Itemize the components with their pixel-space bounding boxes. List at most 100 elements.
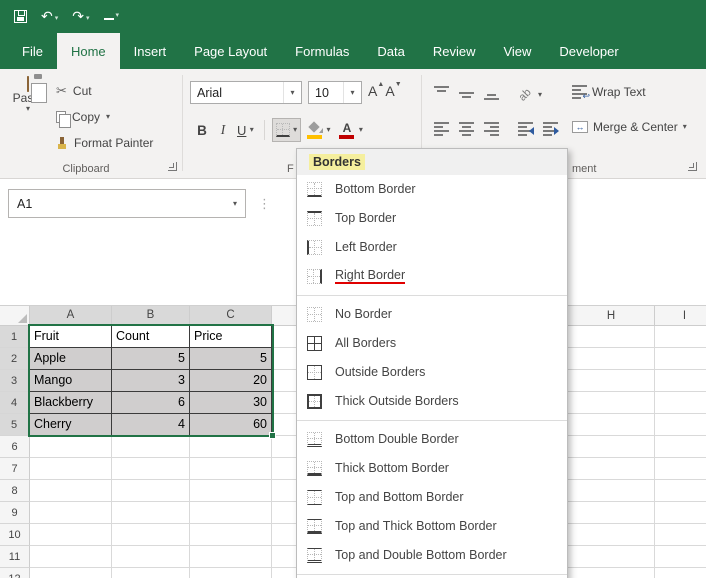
- font-color-dropdown-icon[interactable]: ▾: [359, 126, 363, 134]
- column-header-h[interactable]: H: [568, 306, 655, 326]
- menu-item-top-border[interactable]: Top Border: [297, 204, 567, 233]
- menu-item-left-border[interactable]: Left Border: [297, 233, 567, 262]
- cell-a2[interactable]: Apple: [30, 348, 112, 370]
- undo-button[interactable]: ↶▾: [41, 8, 58, 25]
- row-header-2[interactable]: 2: [0, 348, 30, 370]
- menu-item-top-and-bottom-border[interactable]: Top and Bottom Border: [297, 483, 567, 512]
- cell-a4[interactable]: Blackberry: [30, 392, 112, 414]
- alignment-dialog-launcher-icon[interactable]: [688, 162, 697, 171]
- orientation-dropdown-icon[interactable]: ▾: [538, 91, 542, 107]
- align-center-button[interactable]: [455, 117, 477, 141]
- cell-c4[interactable]: 30: [190, 392, 272, 414]
- paste-dropdown-icon[interactable]: ▾: [4, 105, 52, 113]
- menu-item-top-and-thick-bottom-border[interactable]: Top and Thick Bottom Border: [297, 512, 567, 541]
- menu-item-outside-borders[interactable]: Outside Borders: [297, 358, 567, 387]
- fill-color-button[interactable]: ▾: [303, 118, 333, 142]
- row-header-10[interactable]: 10: [0, 524, 30, 546]
- menu-item-top-and-double-bottom-border[interactable]: Top and Double Bottom Border: [297, 541, 567, 570]
- row-header-11[interactable]: 11: [0, 546, 30, 568]
- copy-dropdown-icon[interactable]: ▾: [106, 113, 110, 121]
- copy-button[interactable]: Copy ▾: [56, 107, 110, 127]
- cell-b1[interactable]: Count: [112, 326, 190, 348]
- fill-handle[interactable]: [269, 432, 276, 439]
- font-size-dropdown-icon[interactable]: ▾: [343, 82, 361, 103]
- orientation-button[interactable]: ab: [514, 83, 536, 107]
- bottom-align-button[interactable]: [480, 81, 502, 105]
- format-painter-button[interactable]: Format Painter: [56, 133, 153, 153]
- wrap-text-button[interactable]: Wrap Text: [572, 85, 646, 99]
- menu-item-thick-bottom-border[interactable]: Thick Bottom Border: [297, 454, 567, 483]
- select-all-corner[interactable]: [0, 306, 30, 326]
- tab-formulas[interactable]: Formulas: [281, 33, 363, 69]
- menu-item-thick-outside-borders[interactable]: Thick Outside Borders: [297, 387, 567, 416]
- font-name-combo[interactable]: Arial ▾: [190, 81, 302, 104]
- redo-dropdown-icon[interactable]: ▾: [86, 14, 90, 25]
- column-header-b[interactable]: B: [112, 306, 190, 326]
- top-align-button[interactable]: [430, 81, 452, 105]
- cell-a5[interactable]: Cherry: [30, 414, 112, 436]
- underline-button[interactable]: U ▾: [234, 118, 257, 142]
- cell-b4[interactable]: 6: [112, 392, 190, 414]
- underline-dropdown-icon[interactable]: ▾: [250, 126, 254, 134]
- save-button[interactable]: [14, 10, 27, 23]
- italic-button[interactable]: I: [214, 118, 232, 142]
- decrease-indent-button[interactable]: [514, 117, 536, 141]
- increase-font-size-button[interactable]: A▲: [368, 83, 377, 99]
- name-box-dropdown-icon[interactable]: ▾: [225, 190, 245, 217]
- font-name-dropdown-icon[interactable]: ▾: [283, 82, 301, 103]
- menu-item-bottom-double-border[interactable]: Bottom Double Border: [297, 425, 567, 454]
- middle-align-button[interactable]: [455, 81, 477, 105]
- increase-indent-button[interactable]: [539, 117, 561, 141]
- tab-page-layout[interactable]: Page Layout: [180, 33, 281, 69]
- column-header-c[interactable]: C: [190, 306, 272, 326]
- cell-b2[interactable]: 5: [112, 348, 190, 370]
- row-header-7[interactable]: 7: [0, 458, 30, 480]
- row-header-6[interactable]: 6: [0, 436, 30, 458]
- menu-item-bottom-border[interactable]: Bottom Border: [297, 175, 567, 204]
- row-header-9[interactable]: 9: [0, 502, 30, 524]
- cut-button[interactable]: ✂ Cut: [56, 81, 92, 101]
- tab-view[interactable]: View: [489, 33, 545, 69]
- cell-c5[interactable]: 60: [190, 414, 272, 436]
- cell-c3[interactable]: 20: [190, 370, 272, 392]
- name-box[interactable]: A1 ▾: [8, 189, 246, 218]
- row-header-4[interactable]: 4: [0, 392, 30, 414]
- paste-button[interactable]: Paste ▾: [4, 77, 52, 161]
- redo-button[interactable]: ↷▾: [72, 8, 89, 25]
- borders-button[interactable]: ▾: [272, 118, 301, 142]
- fill-color-dropdown-icon[interactable]: ▾: [326, 126, 330, 134]
- cell-a3[interactable]: Mango: [30, 370, 112, 392]
- row-header-12[interactable]: 12: [0, 568, 30, 578]
- cell-a1[interactable]: Fruit: [30, 326, 112, 348]
- decrease-font-size-button[interactable]: A▼: [385, 83, 394, 99]
- menu-item-no-border[interactable]: No Border: [297, 300, 567, 329]
- clipboard-dialog-launcher-icon[interactable]: [168, 162, 177, 171]
- row-header-8[interactable]: 8: [0, 480, 30, 502]
- cell-b3[interactable]: 3: [112, 370, 190, 392]
- bold-button[interactable]: B: [192, 118, 212, 142]
- cell-b5[interactable]: 4: [112, 414, 190, 436]
- tab-data[interactable]: Data: [363, 33, 418, 69]
- undo-dropdown-icon[interactable]: ▾: [55, 14, 59, 25]
- tab-developer[interactable]: Developer: [545, 33, 632, 69]
- tab-insert[interactable]: Insert: [120, 33, 181, 69]
- tab-file[interactable]: File: [8, 33, 57, 69]
- align-left-button[interactable]: [430, 117, 452, 141]
- menu-item-right-border[interactable]: Right Border: [297, 262, 567, 291]
- cell-c1[interactable]: Price: [190, 326, 272, 348]
- row-header-3[interactable]: 3: [0, 370, 30, 392]
- tab-home[interactable]: Home: [57, 33, 120, 69]
- row-header-1[interactable]: 1: [0, 326, 30, 348]
- cell-c2[interactable]: 5: [190, 348, 272, 370]
- merge-center-button[interactable]: ↔ Merge & Center ▾: [572, 120, 687, 134]
- column-header-i[interactable]: I: [655, 306, 706, 326]
- font-size-combo[interactable]: 10 ▾: [308, 81, 362, 104]
- customize-quick-access-button[interactable]: ▾: [104, 11, 120, 22]
- font-color-button[interactable]: A ▾: [335, 118, 365, 142]
- menu-item-all-borders[interactable]: All Borders: [297, 329, 567, 358]
- column-header-a[interactable]: A: [30, 306, 112, 326]
- align-right-button[interactable]: [480, 117, 502, 141]
- merge-center-dropdown-icon[interactable]: ▾: [683, 123, 687, 131]
- row-header-5[interactable]: 5: [0, 414, 30, 436]
- borders-dropdown-icon[interactable]: ▾: [293, 126, 297, 134]
